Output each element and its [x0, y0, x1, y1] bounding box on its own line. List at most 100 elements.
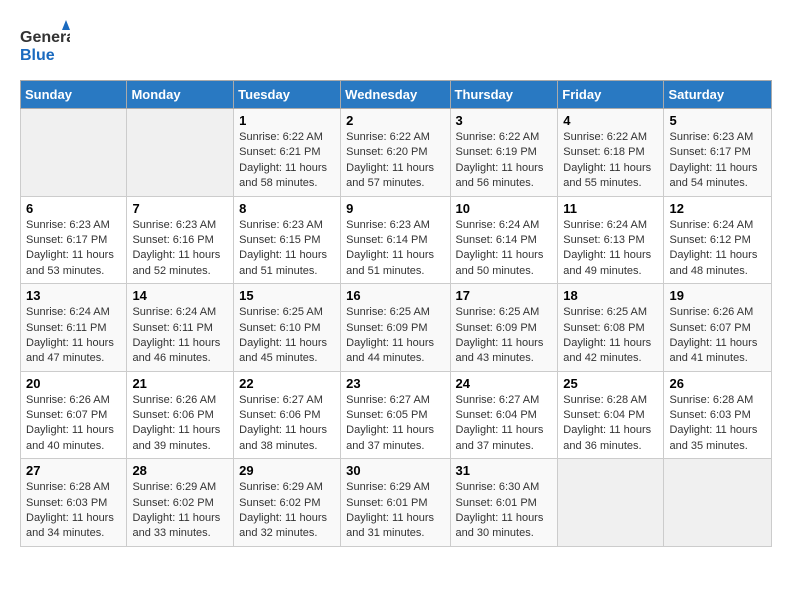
calendar-cell: 14 Sunrise: 6:24 AM Sunset: 6:11 PM Dayl…	[127, 284, 234, 372]
sunrise: Sunrise: 6:25 AM	[456, 306, 540, 318]
daylight: Daylight: 11 hours and 43 minutes.	[456, 337, 544, 364]
svg-text:Blue: Blue	[20, 47, 55, 64]
day-number: 28	[132, 463, 228, 478]
calendar-cell: 15 Sunrise: 6:25 AM Sunset: 6:10 PM Dayl…	[234, 284, 341, 372]
day-of-week-header: Monday	[127, 81, 234, 109]
sunrise: Sunrise: 6:23 AM	[26, 219, 110, 231]
daylight: Daylight: 11 hours and 51 minutes.	[239, 249, 327, 276]
daylight: Daylight: 11 hours and 58 minutes.	[239, 162, 327, 189]
day-number: 7	[132, 201, 228, 216]
calendar-cell: 1 Sunrise: 6:22 AM Sunset: 6:21 PM Dayli…	[234, 109, 341, 197]
sunrise: Sunrise: 6:24 AM	[669, 219, 753, 231]
sunset: Sunset: 6:14 PM	[456, 234, 537, 246]
day-info: Sunrise: 6:23 AM Sunset: 6:14 PM Dayligh…	[346, 218, 444, 280]
calendar-cell: 17 Sunrise: 6:25 AM Sunset: 6:09 PM Dayl…	[450, 284, 558, 372]
sunrise: Sunrise: 6:25 AM	[239, 306, 323, 318]
daylight: Daylight: 11 hours and 50 minutes.	[456, 249, 544, 276]
calendar-cell: 5 Sunrise: 6:23 AM Sunset: 6:17 PM Dayli…	[664, 109, 772, 197]
sunrise: Sunrise: 6:29 AM	[239, 481, 323, 493]
day-number: 2	[346, 113, 444, 128]
daylight: Daylight: 11 hours and 39 minutes.	[132, 424, 220, 451]
day-info: Sunrise: 6:27 AM Sunset: 6:06 PM Dayligh…	[239, 393, 335, 455]
sunset: Sunset: 6:03 PM	[669, 409, 750, 421]
day-number: 18	[563, 288, 658, 303]
daylight: Daylight: 11 hours and 46 minutes.	[132, 337, 220, 364]
day-number: 10	[456, 201, 553, 216]
day-info: Sunrise: 6:26 AM Sunset: 6:07 PM Dayligh…	[26, 393, 121, 455]
calendar-cell: 18 Sunrise: 6:25 AM Sunset: 6:08 PM Dayl…	[558, 284, 664, 372]
sunset: Sunset: 6:01 PM	[346, 497, 427, 509]
day-number: 31	[456, 463, 553, 478]
day-info: Sunrise: 6:29 AM Sunset: 6:02 PM Dayligh…	[239, 480, 335, 542]
sunrise: Sunrise: 6:26 AM	[132, 394, 216, 406]
calendar-cell: 27 Sunrise: 6:28 AM Sunset: 6:03 PM Dayl…	[21, 459, 127, 547]
calendar-cell: 13 Sunrise: 6:24 AM Sunset: 6:11 PM Dayl…	[21, 284, 127, 372]
calendar-cell: 31 Sunrise: 6:30 AM Sunset: 6:01 PM Dayl…	[450, 459, 558, 547]
daylight: Daylight: 11 hours and 32 minutes.	[239, 512, 327, 539]
day-number: 5	[669, 113, 766, 128]
day-info: Sunrise: 6:24 AM Sunset: 6:12 PM Dayligh…	[669, 218, 766, 280]
sunrise: Sunrise: 6:23 AM	[346, 219, 430, 231]
calendar-cell	[127, 109, 234, 197]
sunrise: Sunrise: 6:23 AM	[239, 219, 323, 231]
day-info: Sunrise: 6:22 AM Sunset: 6:19 PM Dayligh…	[456, 130, 553, 192]
sunrise: Sunrise: 6:22 AM	[563, 131, 647, 143]
sunrise: Sunrise: 6:25 AM	[563, 306, 647, 318]
day-info: Sunrise: 6:25 AM Sunset: 6:09 PM Dayligh…	[456, 305, 553, 367]
daylight: Daylight: 11 hours and 57 minutes.	[346, 162, 434, 189]
calendar-cell	[558, 459, 664, 547]
calendar-cell: 8 Sunrise: 6:23 AM Sunset: 6:15 PM Dayli…	[234, 196, 341, 284]
calendar-cell: 7 Sunrise: 6:23 AM Sunset: 6:16 PM Dayli…	[127, 196, 234, 284]
header-row: SundayMondayTuesdayWednesdayThursdayFrid…	[21, 81, 772, 109]
sunset: Sunset: 6:11 PM	[132, 322, 213, 334]
sunrise: Sunrise: 6:22 AM	[456, 131, 540, 143]
calendar-week-row: 20 Sunrise: 6:26 AM Sunset: 6:07 PM Dayl…	[21, 371, 772, 459]
daylight: Daylight: 11 hours and 45 minutes.	[239, 337, 327, 364]
day-info: Sunrise: 6:26 AM Sunset: 6:06 PM Dayligh…	[132, 393, 228, 455]
day-number: 1	[239, 113, 335, 128]
day-info: Sunrise: 6:27 AM Sunset: 6:05 PM Dayligh…	[346, 393, 444, 455]
daylight: Daylight: 11 hours and 37 minutes.	[346, 424, 434, 451]
calendar-cell: 2 Sunrise: 6:22 AM Sunset: 6:20 PM Dayli…	[341, 109, 450, 197]
daylight: Daylight: 11 hours and 49 minutes.	[563, 249, 651, 276]
daylight: Daylight: 11 hours and 41 minutes.	[669, 337, 757, 364]
calendar-cell: 29 Sunrise: 6:29 AM Sunset: 6:02 PM Dayl…	[234, 459, 341, 547]
daylight: Daylight: 11 hours and 35 minutes.	[669, 424, 757, 451]
day-number: 15	[239, 288, 335, 303]
day-number: 19	[669, 288, 766, 303]
sunrise: Sunrise: 6:22 AM	[239, 131, 323, 143]
daylight: Daylight: 11 hours and 47 minutes.	[26, 337, 114, 364]
day-info: Sunrise: 6:24 AM Sunset: 6:11 PM Dayligh…	[132, 305, 228, 367]
day-info: Sunrise: 6:23 AM Sunset: 6:17 PM Dayligh…	[26, 218, 121, 280]
calendar-cell: 16 Sunrise: 6:25 AM Sunset: 6:09 PM Dayl…	[341, 284, 450, 372]
day-number: 16	[346, 288, 444, 303]
day-number: 12	[669, 201, 766, 216]
sunset: Sunset: 6:04 PM	[563, 409, 644, 421]
calendar-cell: 23 Sunrise: 6:27 AM Sunset: 6:05 PM Dayl…	[341, 371, 450, 459]
daylight: Daylight: 11 hours and 36 minutes.	[563, 424, 651, 451]
sunrise: Sunrise: 6:26 AM	[26, 394, 110, 406]
day-info: Sunrise: 6:24 AM Sunset: 6:14 PM Dayligh…	[456, 218, 553, 280]
calendar-cell: 9 Sunrise: 6:23 AM Sunset: 6:14 PM Dayli…	[341, 196, 450, 284]
calendar-week-row: 1 Sunrise: 6:22 AM Sunset: 6:21 PM Dayli…	[21, 109, 772, 197]
day-number: 22	[239, 376, 335, 391]
calendar-cell	[21, 109, 127, 197]
day-of-week-header: Sunday	[21, 81, 127, 109]
sunset: Sunset: 6:20 PM	[346, 146, 427, 158]
day-info: Sunrise: 6:28 AM Sunset: 6:03 PM Dayligh…	[26, 480, 121, 542]
day-number: 24	[456, 376, 553, 391]
day-number: 3	[456, 113, 553, 128]
day-of-week-header: Saturday	[664, 81, 772, 109]
day-info: Sunrise: 6:23 AM Sunset: 6:15 PM Dayligh…	[239, 218, 335, 280]
sunrise: Sunrise: 6:27 AM	[239, 394, 323, 406]
sunrise: Sunrise: 6:26 AM	[669, 306, 753, 318]
sunset: Sunset: 6:13 PM	[563, 234, 644, 246]
calendar-cell: 25 Sunrise: 6:28 AM Sunset: 6:04 PM Dayl…	[558, 371, 664, 459]
daylight: Daylight: 11 hours and 33 minutes.	[132, 512, 220, 539]
sunrise: Sunrise: 6:29 AM	[346, 481, 430, 493]
daylight: Daylight: 11 hours and 51 minutes.	[346, 249, 434, 276]
sunset: Sunset: 6:06 PM	[132, 409, 213, 421]
calendar-cell: 4 Sunrise: 6:22 AM Sunset: 6:18 PM Dayli…	[558, 109, 664, 197]
day-info: Sunrise: 6:23 AM Sunset: 6:16 PM Dayligh…	[132, 218, 228, 280]
sunrise: Sunrise: 6:25 AM	[346, 306, 430, 318]
